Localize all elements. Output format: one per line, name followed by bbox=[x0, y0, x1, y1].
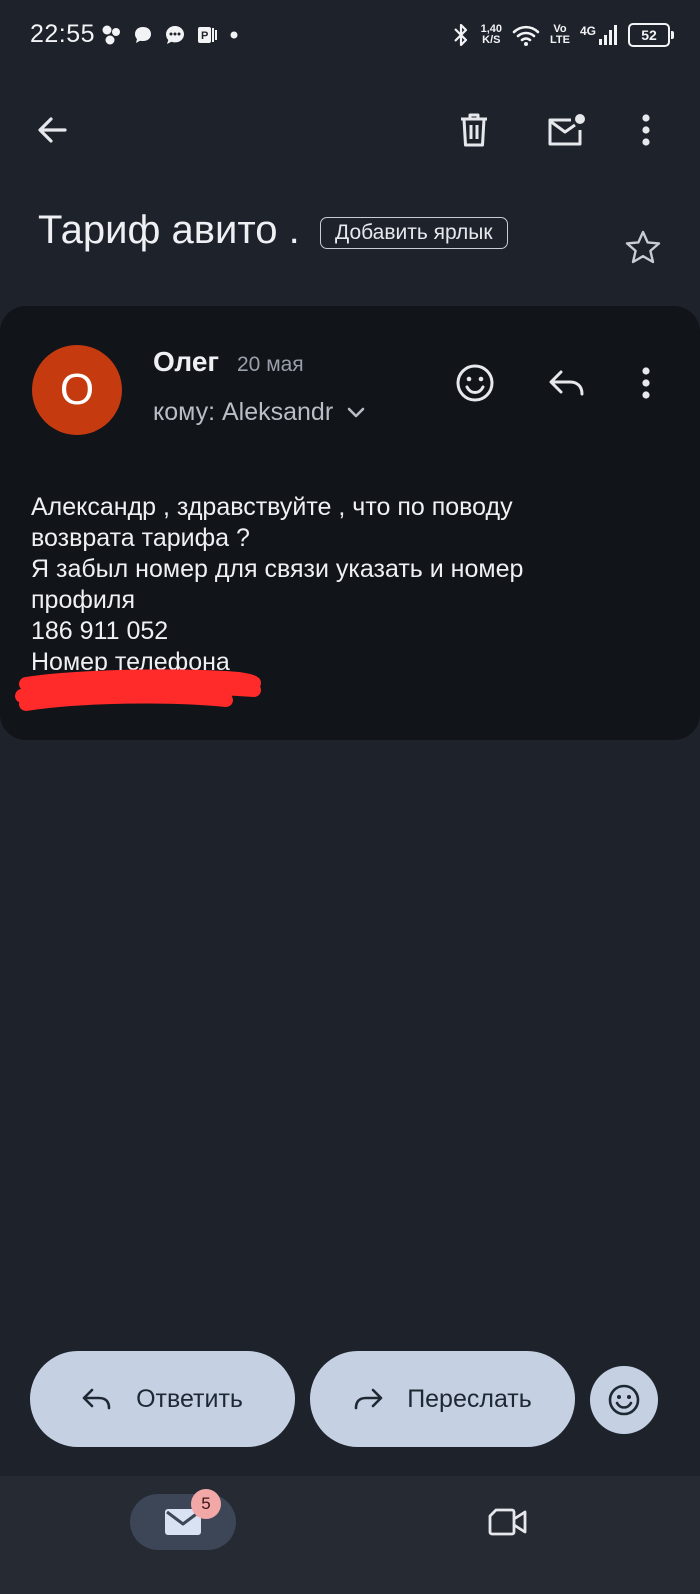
notification-icons: P bbox=[100, 22, 240, 48]
video-camera-icon bbox=[488, 1508, 527, 1536]
reply-icon bbox=[549, 370, 584, 396]
add-label-chip[interactable]: Добавить ярлык bbox=[320, 217, 508, 249]
more-vert-icon bbox=[642, 114, 650, 146]
bluetooth-icon bbox=[453, 23, 467, 47]
unread-badge: 5 bbox=[191, 1489, 221, 1519]
status-right: 1,40 K/S Vo LTE 4G 52 bbox=[451, 18, 674, 52]
network-speed-unit: K/S bbox=[482, 34, 501, 46]
body-line: профиля bbox=[31, 586, 136, 614]
reply-button[interactable]: Ответить bbox=[30, 1351, 295, 1447]
body-line: Я забыл номер для связи указать и номер bbox=[31, 555, 524, 583]
star-icon bbox=[625, 230, 661, 264]
status-bar: 22:55 P 1,40 K/S Vo LTE 4G 52 bbox=[0, 0, 700, 72]
message-date: 20 мая bbox=[237, 353, 304, 376]
chevron-down-icon bbox=[347, 407, 365, 417]
reply-icon bbox=[82, 1388, 111, 1410]
recipient-details[interactable]: кому: Aleksandr bbox=[153, 398, 365, 427]
dot-icon bbox=[230, 31, 238, 39]
react-emoji-button[interactable] bbox=[447, 355, 503, 411]
volte-indicator: Vo LTE bbox=[550, 24, 570, 46]
battery-indicator: 52 bbox=[628, 23, 674, 47]
mark-unread-icon bbox=[548, 114, 585, 146]
emoji-react-button[interactable] bbox=[590, 1366, 658, 1434]
trash-icon bbox=[461, 113, 487, 147]
message-more-button[interactable] bbox=[618, 355, 674, 411]
body-line: 186 911 052 bbox=[31, 617, 169, 645]
delete-button[interactable] bbox=[446, 102, 502, 158]
redaction-scribble bbox=[15, 669, 261, 711]
back-arrow-icon bbox=[38, 117, 67, 143]
status-time: 22:55 bbox=[30, 20, 96, 48]
body-line: Александр , здравствуйте , что по поводу bbox=[31, 493, 513, 521]
messages-icon bbox=[166, 26, 184, 44]
sender-name: Олег bbox=[153, 346, 220, 377]
bottom-navigation bbox=[0, 1476, 700, 1594]
reply-label: Ответить bbox=[136, 1384, 243, 1413]
chat-bubble-icon bbox=[135, 27, 151, 43]
star-button[interactable] bbox=[615, 220, 671, 276]
forward-label: Переслать bbox=[407, 1384, 532, 1413]
network-type: 4G bbox=[579, 24, 596, 38]
parking-app-icon: P bbox=[198, 27, 217, 43]
signal-group: 4G bbox=[580, 24, 618, 46]
svg-text:P: P bbox=[201, 30, 208, 42]
sender-avatar[interactable]: О bbox=[32, 345, 122, 435]
body-line: возврата тарифа ? bbox=[31, 524, 250, 552]
reply-icon-button[interactable] bbox=[539, 355, 595, 411]
volte-bottom: LTE bbox=[550, 34, 570, 46]
recipient-text: кому: Aleksandr bbox=[153, 398, 334, 426]
mark-unread-button[interactable] bbox=[538, 102, 594, 158]
forward-icon bbox=[354, 1388, 383, 1410]
network-speed: 1,40 K/S bbox=[481, 24, 502, 46]
emoji-icon bbox=[608, 1384, 640, 1416]
email-subject: Тариф авито . bbox=[38, 208, 300, 252]
app-cluster-icon bbox=[102, 25, 120, 45]
more-options-button[interactable] bbox=[618, 102, 674, 158]
emoji-icon bbox=[456, 364, 494, 402]
nav-meet-tab[interactable] bbox=[480, 1494, 536, 1550]
forward-button[interactable]: Переслать bbox=[310, 1351, 575, 1447]
back-button[interactable] bbox=[24, 102, 80, 158]
signal-icon bbox=[599, 25, 617, 45]
wifi-icon bbox=[512, 25, 540, 46]
message-body: Александр , здравствуйте , что по поводу… bbox=[31, 492, 671, 678]
more-vert-icon bbox=[642, 367, 650, 399]
